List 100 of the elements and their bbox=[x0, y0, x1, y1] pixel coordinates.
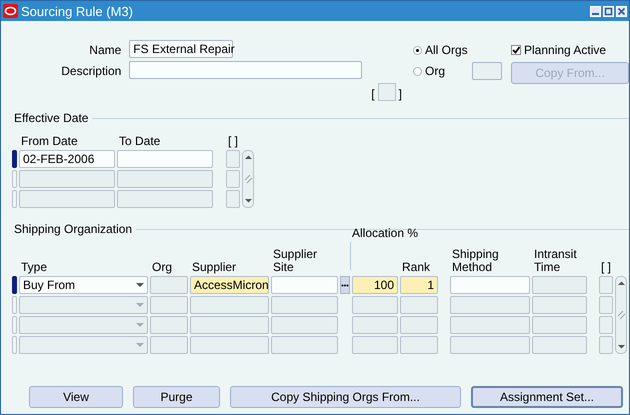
table-cell[interactable] bbox=[532, 276, 587, 294]
table-cell[interactable] bbox=[150, 336, 188, 354]
table-cell[interactable] bbox=[19, 190, 115, 208]
table-cell[interactable]: AccessMicron bbox=[190, 276, 269, 294]
bracket-text: [ bbox=[371, 87, 375, 101]
bracket-text: ] bbox=[398, 87, 402, 101]
table-cell[interactable] bbox=[352, 316, 398, 334]
table-cell[interactable] bbox=[532, 336, 587, 354]
table-cell[interactable]: 02-FEB-2006 bbox=[19, 150, 115, 168]
dropdown-field[interactable] bbox=[19, 316, 148, 334]
action-button[interactable]: Assignment Set... bbox=[471, 386, 623, 408]
table-cell[interactable] bbox=[400, 316, 438, 334]
column-header: From Date bbox=[20, 133, 79, 148]
scroll-up-icon bbox=[244, 154, 252, 160]
scroll-down-icon bbox=[244, 198, 252, 204]
table-cell[interactable] bbox=[19, 170, 115, 188]
app-logo-icon bbox=[3, 4, 18, 18]
table-cell[interactable] bbox=[271, 296, 338, 314]
checkmark-icon bbox=[512, 46, 520, 54]
radio-button[interactable] bbox=[412, 66, 422, 76]
dropdown-caret-icon bbox=[136, 323, 144, 327]
action-button[interactable]: Purge bbox=[133, 386, 220, 408]
table-cell[interactable] bbox=[190, 336, 269, 354]
dropdown-field[interactable]: Buy From bbox=[19, 276, 148, 294]
table-cell[interactable] bbox=[150, 276, 188, 294]
flexfield-box[interactable] bbox=[599, 316, 613, 334]
radio-button[interactable] bbox=[412, 46, 422, 54]
table-cell[interactable] bbox=[532, 316, 587, 334]
flexfield-box[interactable] bbox=[599, 336, 613, 354]
list-of-values-button[interactable] bbox=[340, 276, 350, 294]
section-title: Effective Date bbox=[14, 111, 88, 125]
name-field[interactable]: FS External Repair bbox=[129, 40, 234, 58]
table-cell[interactable] bbox=[352, 336, 398, 354]
table-cell[interactable] bbox=[117, 170, 213, 188]
table-cell[interactable]: 100 bbox=[352, 276, 398, 294]
table-cell[interactable] bbox=[450, 336, 530, 354]
field-label: Description bbox=[61, 63, 122, 79]
column-header: Supplier bbox=[191, 259, 238, 274]
flexfield-box[interactable] bbox=[378, 83, 396, 101]
column-header: Type bbox=[20, 259, 48, 274]
action-button[interactable]: View bbox=[29, 386, 123, 408]
dropdown-field[interactable] bbox=[19, 336, 148, 354]
close-icon[interactable] bbox=[616, 6, 627, 16]
ellipsis-icon bbox=[341, 284, 349, 286]
vertical-scrollbar[interactable] bbox=[615, 276, 627, 354]
checkbox[interactable] bbox=[511, 45, 521, 55]
table-cell[interactable] bbox=[117, 190, 213, 208]
table-cell[interactable] bbox=[532, 296, 587, 314]
table-cell[interactable] bbox=[400, 296, 438, 314]
table-cell[interactable] bbox=[190, 316, 269, 334]
table-cell[interactable] bbox=[271, 316, 338, 334]
flexfield-box[interactable] bbox=[226, 190, 240, 208]
table-cell[interactable] bbox=[450, 276, 530, 294]
table-cell[interactable] bbox=[352, 296, 398, 314]
checkbox-label: Planning Active bbox=[524, 43, 606, 57]
action-button[interactable]: Copy Shipping Orgs From... bbox=[230, 386, 461, 408]
scroll-up-icon bbox=[616, 280, 626, 286]
table-cell[interactable] bbox=[450, 316, 530, 334]
vertical-scrollbar[interactable] bbox=[242, 150, 254, 208]
description-field[interactable] bbox=[129, 61, 362, 79]
grip-icon bbox=[244, 174, 252, 184]
table-cell[interactable] bbox=[450, 296, 530, 314]
grip-icon bbox=[616, 310, 626, 320]
table-cell[interactable] bbox=[150, 316, 188, 334]
column-header: [ ] bbox=[227, 133, 240, 148]
dropdown-caret-icon bbox=[136, 343, 144, 347]
table-cell[interactable]: 1 bbox=[400, 276, 438, 294]
table-cell[interactable] bbox=[400, 336, 438, 354]
window-title: Sourcing Rule (M3) bbox=[21, 4, 134, 18]
record-indicator[interactable] bbox=[12, 150, 17, 168]
table-cell[interactable] bbox=[271, 276, 338, 294]
column-header: Supplier Site bbox=[272, 246, 318, 274]
column-header: Intransit Time bbox=[533, 246, 578, 274]
table-cell[interactable] bbox=[117, 150, 213, 168]
flexfield-box[interactable] bbox=[226, 170, 240, 188]
column-header: Shipping Method bbox=[451, 246, 500, 274]
table-cell[interactable] bbox=[271, 336, 338, 354]
maximize-icon[interactable] bbox=[603, 6, 614, 16]
section-title: Shipping Organization bbox=[14, 222, 132, 236]
org-field[interactable] bbox=[472, 62, 502, 80]
field-label: Name bbox=[89, 42, 122, 58]
dropdown-value: Buy From bbox=[23, 277, 76, 293]
column-group-header: Allocation % bbox=[352, 226, 418, 240]
dropdown-field[interactable] bbox=[19, 296, 148, 314]
flexfield-box[interactable] bbox=[599, 296, 613, 314]
flexfield-box[interactable] bbox=[599, 276, 613, 294]
record-indicator[interactable] bbox=[12, 276, 17, 294]
column-header: [ ] bbox=[600, 259, 612, 274]
radio-label: Org bbox=[424, 64, 445, 78]
table-cell[interactable] bbox=[150, 296, 188, 314]
dropdown-caret-icon bbox=[136, 303, 144, 307]
table-cell[interactable] bbox=[190, 296, 269, 314]
column-header: Rank bbox=[401, 259, 432, 274]
column-header: To Date bbox=[118, 133, 162, 148]
dropdown-caret-icon bbox=[136, 283, 144, 287]
radio-label: All Orgs bbox=[424, 43, 468, 57]
scroll-down-icon bbox=[616, 344, 626, 350]
minimize-icon[interactable] bbox=[590, 6, 601, 16]
column-header: Org bbox=[151, 259, 174, 274]
flexfield-box[interactable] bbox=[226, 150, 240, 168]
